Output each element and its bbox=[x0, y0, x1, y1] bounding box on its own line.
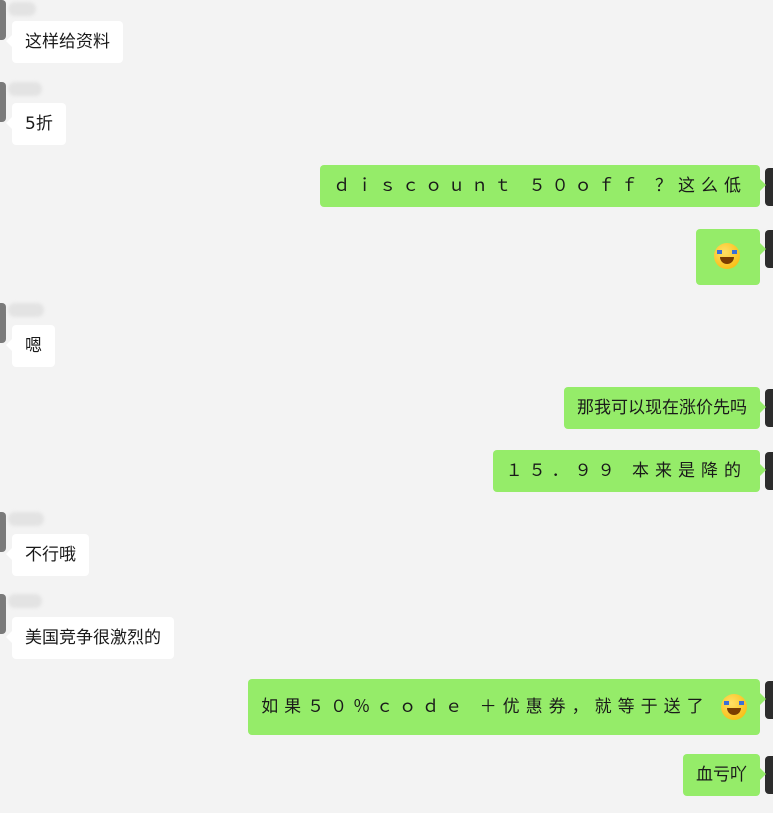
my-avatar[interactable] bbox=[765, 756, 773, 794]
my-avatar[interactable] bbox=[765, 681, 773, 719]
contact-nickname bbox=[8, 2, 36, 16]
message-bubble[interactable]: 嗯 bbox=[6, 325, 55, 367]
message-bubble[interactable]: 不行哦 bbox=[6, 534, 89, 576]
message-bubble[interactable]: 美国竞争很激烈的 bbox=[6, 617, 174, 659]
my-avatar[interactable] bbox=[765, 452, 773, 490]
my-avatar[interactable] bbox=[765, 230, 773, 268]
message-bubble[interactable]: 血亏吖 bbox=[683, 754, 766, 796]
my-avatar[interactable] bbox=[765, 389, 773, 427]
message-bubble[interactable]: 5折 bbox=[6, 103, 66, 145]
contact-nickname bbox=[8, 594, 42, 608]
message-bubble[interactable] bbox=[696, 229, 766, 285]
my-avatar[interactable] bbox=[765, 168, 773, 206]
message-bubble[interactable]: １５．９９ 本来是降的 bbox=[492, 450, 767, 492]
contact-avatar[interactable] bbox=[0, 303, 6, 343]
message-bubble[interactable]: 那我可以现在涨价先吗 bbox=[564, 387, 766, 429]
contact-avatar[interactable] bbox=[0, 512, 6, 552]
contact-nickname bbox=[8, 512, 44, 526]
rolling-on-floor-laughing-emoji-icon bbox=[721, 694, 747, 720]
contact-avatar[interactable] bbox=[0, 594, 6, 634]
message-bubble[interactable]: ｄｉｓｃｏｕｎｔ ５０ｏｆｆ ？这么低 bbox=[320, 165, 766, 207]
message-text: 如果５０％ｃｏｄｅ ＋优惠券，就等于送了 bbox=[261, 697, 710, 717]
rolling-on-floor-laughing-emoji-icon bbox=[714, 243, 740, 269]
contact-nickname bbox=[8, 82, 42, 96]
contact-nickname bbox=[8, 303, 44, 317]
message-bubble[interactable]: 如果５０％ｃｏｄｅ ＋优惠券，就等于送了 bbox=[248, 679, 766, 735]
contact-avatar[interactable] bbox=[0, 82, 6, 122]
contact-avatar[interactable] bbox=[0, 0, 6, 40]
chat-window: 这样给资料 5折 ｄｉｓｃｏｕｎｔ ５０ｏｆｆ ？这么低 嗯 那我可以现在涨价先… bbox=[0, 0, 773, 813]
message-bubble[interactable]: 这样给资料 bbox=[6, 21, 123, 63]
